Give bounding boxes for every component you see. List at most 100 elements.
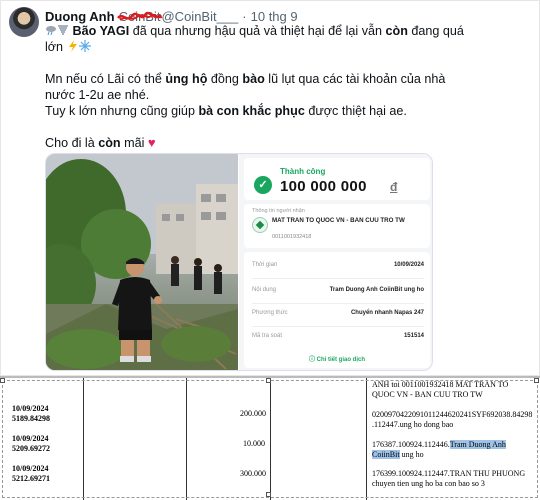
tweet-text-bold: ủng hộ [165, 72, 208, 86]
detail-row-reference: Mã tra soát 151514 [252, 333, 424, 343]
statement-date: 10/09/2024 [12, 404, 49, 413]
tweet-date[interactable]: 10 thg 9 [251, 9, 298, 24]
transaction-details-label: Chi tiết giao dịch [316, 357, 366, 363]
tweet-line-5: Tuy k lớn nhưng cũng giúp bà con khắc ph… [45, 103, 485, 119]
tweet-text-bold: bà con khắc phục [198, 104, 305, 118]
statement-date: 10/09/2024 [12, 434, 49, 443]
tornado-emoji [58, 25, 68, 35]
separator-dot: · [242, 8, 247, 24]
statement-header-text: ANH toi 0011001932418 MAT TRAN TO QUOC V… [372, 380, 538, 399]
statement-date: 10/09/2024 [12, 464, 49, 473]
statement-ref: 5189.84298 [12, 414, 50, 423]
transfer-status: Thành công [280, 167, 326, 176]
divider [252, 303, 424, 304]
info-icon: ⓘ [308, 357, 315, 363]
column-divider [366, 378, 367, 500]
tweet-text-span: mãi [120, 136, 148, 150]
tweet-line-1: Bão YAGI đã qua nhưng hậu quả và thiệt h… [45, 23, 485, 39]
tweet-text-bold: còn [385, 24, 408, 38]
resize-handle[interactable] [266, 492, 271, 497]
handle-area[interactable]: CoinBit @CoinBit___ [116, 8, 239, 24]
detail-row-content: Nội dung Tram Duong Anh CoiinBit ung ho [252, 287, 424, 297]
tweet-line-4: nước 1-2u ae nhé. [45, 88, 150, 102]
detail-value: Chuyển nhanh Napas 247 [350, 310, 424, 316]
statement-header-line: QUOC VN - BAN CUU TRO TW [372, 389, 483, 399]
tweet-line-3: Mn nếu có Lãi có thể ủng hộ đồng bào lũ … [45, 71, 485, 87]
column-divider [83, 378, 84, 500]
currency-symbol: đ [390, 180, 398, 194]
storm-name: Bão YAGI [72, 24, 130, 38]
tweet-text-span: lũ lụt qua các tài khoản của nhà [264, 72, 446, 86]
photo-illustration [46, 154, 238, 370]
column-divider [270, 378, 271, 500]
statement-ref: 5212.69271 [12, 474, 50, 483]
highlighted-donor-name: Tram Duong Anh [449, 440, 506, 449]
resize-handle[interactable] [534, 378, 539, 383]
detail-value: Tram Duong Anh CoiinBit ung ho [329, 287, 424, 293]
bank-logo-icon [252, 217, 268, 233]
statement-desc: 0200970422091011244620241SYF692038.84298… [372, 410, 538, 429]
detail-row-time: Thời gian 10/09/2024 [252, 262, 424, 272]
success-check-icon: ✓ [254, 176, 272, 194]
storm-cloud-emoji [46, 26, 56, 36]
tweet-text-span: lớn [45, 40, 64, 54]
receipt-summary: ✓ Thành công 100 000 000 đ [244, 158, 430, 200]
tweet-card[interactable]: Duong Anh CoinBit @CoinBit___ · 10 thg 9… [0, 0, 540, 376]
tweet-text-span: đã qua nhưng hậu quả và thiệt hại để lại… [129, 24, 386, 38]
divider [252, 278, 424, 279]
bank-transfer-receipt[interactable]: ✓ Thành công 100 000 000 đ Thông tin ngư… [239, 154, 432, 370]
handle: @CoinBit___ [161, 8, 239, 24]
tweet-text-span: Cho đi là [45, 136, 99, 150]
tweet-line-2: lớn [45, 39, 485, 55]
divider [252, 326, 424, 327]
detail-row-method: Phương thức Chuyển nhanh Napas 247 [252, 310, 424, 320]
detail-value: 10/09/2024 [393, 262, 424, 268]
tweet-text-bold: bào [242, 72, 265, 86]
statement-desc: 176399.100924.112447.TRAN THU PHUONG chu… [372, 469, 538, 488]
statement-amount: 200.000 [240, 409, 266, 418]
display-name[interactable]: Duong Anh [45, 9, 115, 24]
tweet-media[interactable]: ✓ Thành công 100 000 000 đ Thông tin ngư… [45, 153, 433, 371]
column-divider [186, 378, 187, 500]
transaction-details-link[interactable]: ⓘ Chi tiết giao dịch [244, 354, 430, 363]
detail-key: Phương thức [252, 310, 288, 316]
statement-desc-line: 176399.100924.112447.TRAN THU PHUONG [372, 469, 526, 478]
tweet-text-bold: còn [98, 136, 121, 150]
recipient-title: Thông tin người nhận [252, 208, 305, 214]
statement-desc-line: .112447.ung ho dong bao [372, 419, 454, 429]
heart-emoji: ♥ [147, 135, 156, 150]
detail-key: Mã tra soát [252, 333, 283, 339]
bank-statement-excerpt: ANH toi 0011001932418 MAT TRAN TO QUOC V… [0, 376, 540, 500]
tweet-line-6: Cho đi là còn mãi ♥ [45, 135, 485, 151]
tweet-text-span: đang quá [407, 24, 464, 38]
statement-amount: 300.000 [240, 469, 266, 478]
recipient-account: 0011001932418 [272, 234, 312, 240]
resize-handle[interactable] [0, 378, 5, 383]
tweet-text: Bão YAGI đã qua nhưng hậu quả và thiệt h… [45, 23, 485, 151]
statement-header-line: ANH toi 0011001932418 MAT TRAN TO [372, 380, 509, 389]
detail-key: Thời gian [252, 262, 278, 268]
statement-desc: 176387.100924.112446.Tram Duong Anh Coii… [372, 440, 538, 459]
resize-handle[interactable] [266, 378, 271, 383]
snowflake-emoji [78, 40, 91, 52]
recipient-name: MAT TRAN TO QUOC VN - BAN CUU TRO TW [272, 217, 405, 224]
statement-amount: 10.000 [243, 439, 265, 448]
flood-aftermath-photo[interactable] [46, 154, 238, 370]
transfer-details: Thời gian 10/09/2024 Nội dung Tram Duong… [244, 252, 430, 368]
avatar[interactable] [9, 7, 39, 37]
tweet-text-span: Tuy k lớn nhưng cũng giúp [45, 104, 199, 118]
statement-desc-line: chuyen tien ung ho ba con bao so 3 [372, 478, 485, 488]
tweet-text-span: Mn nếu có Lãi có thể [45, 72, 166, 86]
statement-desc-text: 176387.100924.112446. [372, 440, 450, 449]
statement-ref: 5209.69272 [12, 444, 50, 453]
handle-prefix: CoinBit [116, 9, 162, 24]
highlighted-donor-name: CoiinBit [372, 449, 400, 459]
statement-desc-line: 0200970422091011244620241SYF692038.84298 [372, 410, 533, 419]
lightning-emoji [68, 40, 77, 52]
tweet-text-span: đồng [207, 72, 243, 86]
statement-desc-line: 176387.100924.112446.Tram Duong Anh [372, 440, 538, 450]
statement-desc-text: ung ho [399, 449, 424, 459]
detail-key: Nội dung [252, 287, 277, 293]
